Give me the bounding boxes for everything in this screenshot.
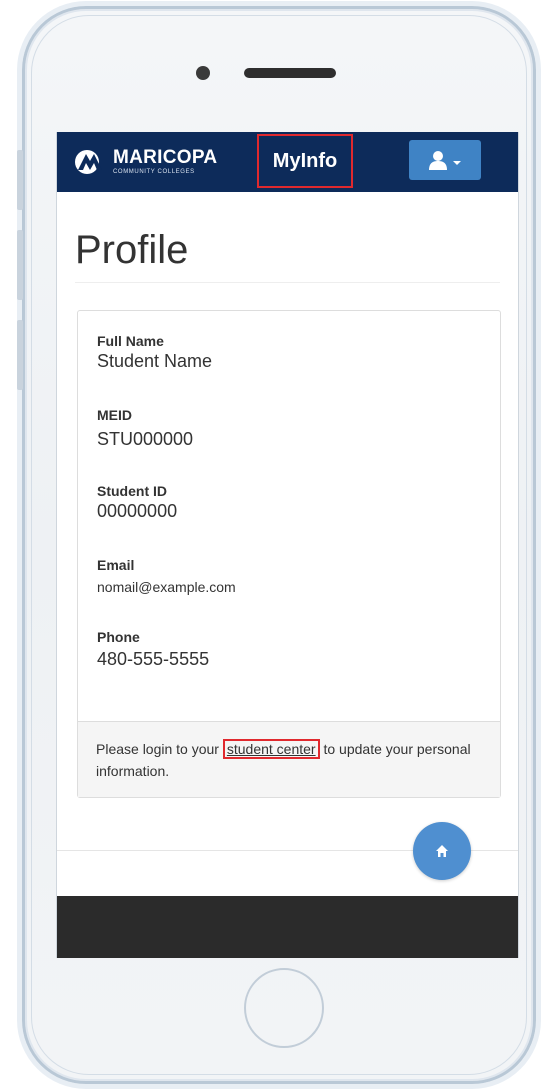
profile-field-student-id: Student ID 00000000 [97, 483, 177, 522]
divider [75, 282, 500, 283]
navbar: MARICOPA COMMUNITY COLLEGES MyInfo [57, 132, 518, 192]
profile-field-email: Email nomail@example.com [97, 557, 236, 595]
field-value: Student Name [97, 351, 213, 371]
field-label: Student ID [97, 483, 167, 499]
profile-field-phone: Phone 480-555-5555 [97, 629, 209, 670]
home-button[interactable] [413, 822, 471, 880]
profile-field-meid: MEID STU000000 [97, 407, 193, 450]
chevron-down-icon [453, 161, 461, 165]
camera-icon [196, 66, 210, 80]
maricopa-logo[interactable]: MARICOPA COMMUNITY COLLEGES [73, 144, 217, 180]
phone-side-button [17, 150, 23, 210]
field-value: 480-555-5555 [97, 649, 210, 669]
panel-footer: Please login to your student center to u… [78, 721, 500, 797]
home-icon [436, 845, 448, 857]
student-center-link[interactable]: student center [222, 739, 320, 759]
brand-name: MARICOPA [113, 147, 218, 168]
field-value: nomail@example.com [97, 579, 236, 595]
app-title[interactable]: MyInfo [257, 134, 353, 188]
field-label: Email [97, 557, 135, 573]
footer-text: Please login to your [96, 741, 223, 757]
speaker-grille [244, 68, 336, 78]
phone-home-button[interactable] [244, 968, 324, 1048]
user-menu-button[interactable] [409, 140, 481, 180]
field-label: MEID [97, 407, 132, 423]
user-icon [429, 151, 447, 170]
field-value: STU000000 [97, 429, 194, 449]
field-label: Phone [97, 629, 140, 645]
phone-screen: MARICOPA COMMUNITY COLLEGES MyInfo Profi… [56, 132, 519, 958]
phone-side-button [17, 230, 23, 300]
maricopa-logo-icon [75, 150, 102, 174]
phone-side-button [17, 320, 23, 390]
page-title: Profile [75, 228, 189, 272]
profile-field-full-name: Full Name Student Name [97, 333, 212, 372]
page-footer [57, 896, 518, 958]
field-label: Full Name [97, 333, 164, 349]
field-value: 00000000 [97, 501, 178, 521]
profile-panel: Full Name Student Name MEID STU000000 St… [77, 310, 501, 798]
brand-subtitle: COMMUNITY COLLEGES [113, 169, 195, 175]
